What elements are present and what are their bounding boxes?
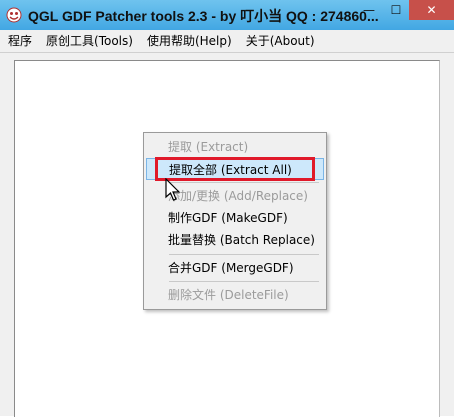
menu-separator bbox=[169, 254, 319, 255]
menu-item-delete-file[interactable]: 删除文件 (DeleteFile) bbox=[146, 284, 324, 306]
menu-item-label: 提取 (Extract) bbox=[168, 140, 249, 154]
maximize-button[interactable]: ☐ bbox=[383, 0, 409, 20]
context-menu: 提取 (Extract) 提取全部 (Extract All) 添加/更换 (A… bbox=[143, 132, 327, 310]
menu-item-batch-replace[interactable]: 批量替换 (Batch Replace) bbox=[146, 229, 324, 251]
menu-program[interactable]: 程序 bbox=[0, 30, 38, 52]
app-window: QGL GDF Patcher tools 2.3 - by 叮小当 QQ : … bbox=[0, 0, 454, 417]
caption-buttons: — ☐ ✕ bbox=[355, 0, 454, 20]
menu-item-label: 批量替换 (Batch Replace) bbox=[168, 233, 315, 247]
mouse-pointer-icon bbox=[165, 178, 181, 201]
title-bar[interactable]: QGL GDF Patcher tools 2.3 - by 叮小当 QQ : … bbox=[0, 0, 454, 30]
menu-about[interactable]: 关于(About) bbox=[238, 30, 321, 52]
menu-item-label: 制作GDF (MakeGDF) bbox=[168, 211, 288, 225]
menu-item-extract-all[interactable]: 提取全部 (Extract All) bbox=[146, 157, 324, 181]
app-icon bbox=[6, 7, 22, 23]
menu-item-extract[interactable]: 提取 (Extract) bbox=[146, 136, 324, 158]
menu-bar: 程序 原创工具(Tools) 使用帮助(Help) 关于(About) bbox=[0, 30, 454, 53]
window-title: QGL GDF Patcher tools 2.3 - by 叮小当 QQ : … bbox=[28, 8, 379, 24]
menu-item-label: 删除文件 (DeleteFile) bbox=[168, 288, 289, 302]
menu-item-make-gdf[interactable]: 制作GDF (MakeGDF) bbox=[146, 207, 324, 229]
minimize-button[interactable]: — bbox=[355, 0, 383, 20]
menu-item-label: 合并GDF (MergeGDF) bbox=[168, 261, 294, 275]
menu-separator bbox=[169, 182, 319, 183]
menu-help[interactable]: 使用帮助(Help) bbox=[139, 30, 238, 52]
close-button[interactable]: ✕ bbox=[409, 0, 454, 20]
menu-tools[interactable]: 原创工具(Tools) bbox=[38, 30, 139, 52]
menu-item-merge-gdf[interactable]: 合并GDF (MergeGDF) bbox=[146, 257, 324, 279]
menu-separator bbox=[169, 281, 319, 282]
